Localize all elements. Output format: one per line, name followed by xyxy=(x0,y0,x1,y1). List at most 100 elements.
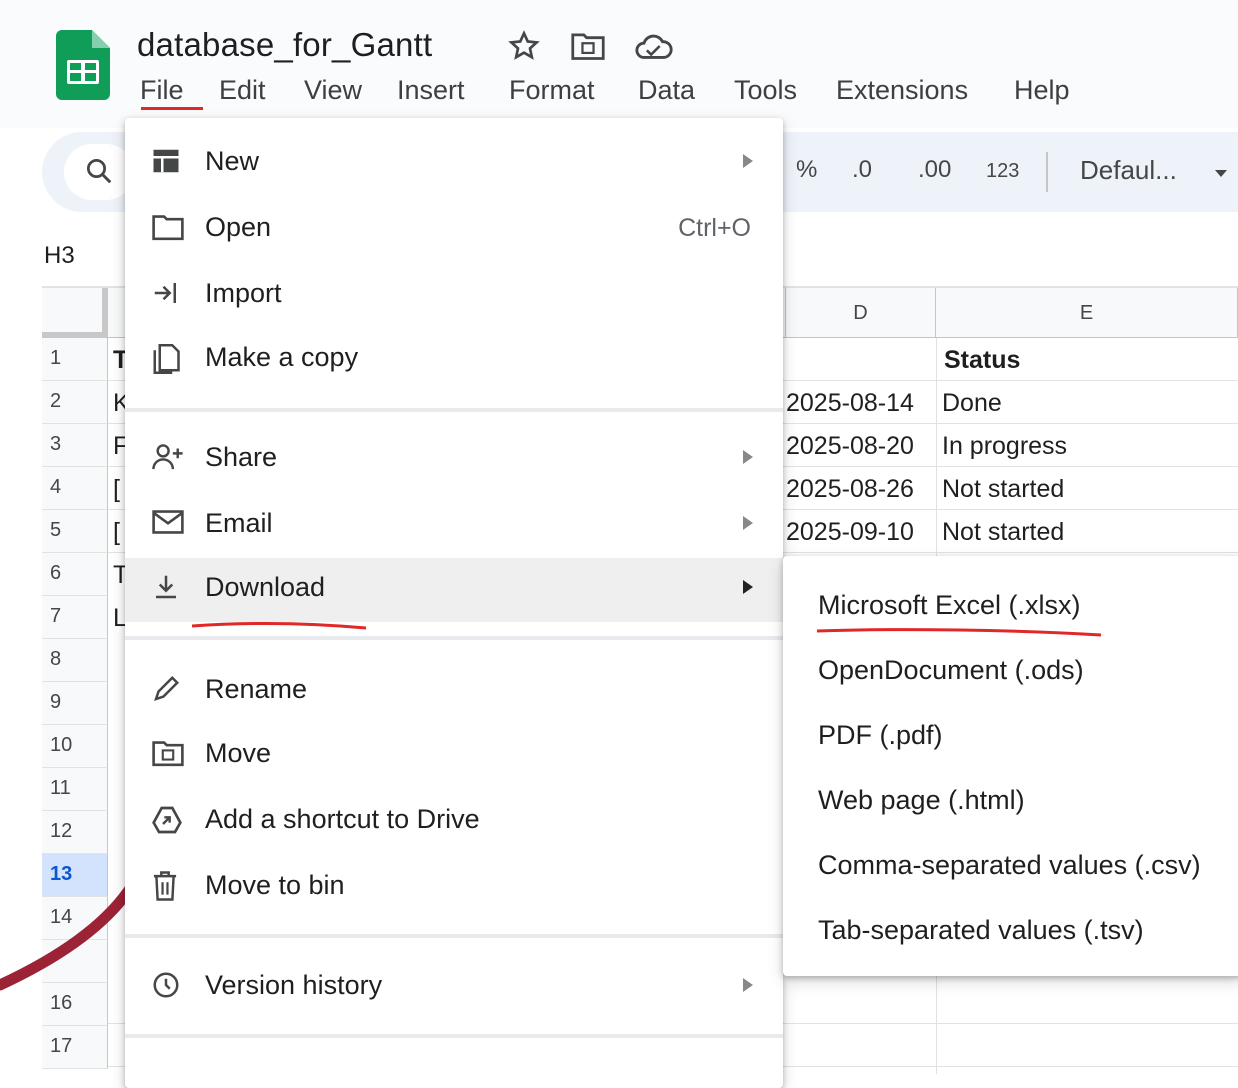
menu-item-download[interactable]: Download xyxy=(125,558,783,622)
cell-b5-partial[interactable]: [ xyxy=(113,518,120,547)
move-folder-icon xyxy=(151,738,187,772)
cell-d2[interactable]: 2025-08-14 xyxy=(786,389,914,418)
menu-divider xyxy=(125,934,783,938)
menu-divider xyxy=(125,408,783,412)
submenu-arrow-icon xyxy=(743,978,753,992)
file-menu: New Open Ctrl+O Import Make a copy Share… xyxy=(125,118,783,1088)
row-header[interactable]: 2 xyxy=(42,381,108,424)
decrease-decimal-button[interactable]: .0 xyxy=(852,156,872,184)
menu-divider xyxy=(125,1034,783,1038)
menu-item-make-a-copy[interactable]: Make a copy xyxy=(125,328,783,390)
select-all-corner[interactable] xyxy=(42,288,108,338)
row-header[interactable]: 3 xyxy=(42,424,108,467)
cell-b4-partial[interactable]: [ xyxy=(113,475,120,504)
row-header[interactable]: 8 xyxy=(42,639,108,682)
star-icon[interactable] xyxy=(508,30,540,67)
font-family-select[interactable]: Defaul... xyxy=(1080,155,1177,186)
menu-item-open[interactable]: Open Ctrl+O xyxy=(125,198,783,260)
menu-item-move[interactable]: Move xyxy=(125,724,783,786)
menu-item-move-to-bin[interactable]: Move to bin xyxy=(125,856,783,918)
cell-d5[interactable]: 2025-09-10 xyxy=(786,518,914,547)
row-header[interactable]: 17 xyxy=(42,1026,108,1069)
download-annotation-underline xyxy=(191,622,367,630)
menu-data[interactable]: Data xyxy=(638,75,695,106)
cloud-status-icon[interactable] xyxy=(634,30,674,67)
row-header[interactable]: 7 xyxy=(42,596,108,639)
cell-d4[interactable]: 2025-08-26 xyxy=(786,475,914,504)
cell-e4[interactable]: Not started xyxy=(942,475,1064,504)
increase-decimal-button[interactable]: .00 xyxy=(918,156,951,184)
search-icon[interactable] xyxy=(84,156,114,191)
cell-e2[interactable]: Done xyxy=(942,389,1002,418)
menu-item-rename[interactable]: Rename xyxy=(125,660,783,722)
trash-icon xyxy=(151,870,187,904)
menu-edit[interactable]: Edit xyxy=(219,75,266,106)
row-header[interactable]: 9 xyxy=(42,682,108,725)
download-pdf[interactable]: PDF (.pdf) xyxy=(783,704,1238,768)
menu-item-import[interactable]: Import xyxy=(125,264,783,326)
dropdown-arrow-icon[interactable] xyxy=(1214,166,1228,184)
menu-item-new[interactable]: New xyxy=(125,132,783,194)
cell-e5[interactable]: Not started xyxy=(942,518,1064,547)
move-folder-icon[interactable] xyxy=(570,30,606,67)
email-icon xyxy=(151,508,187,542)
submenu-item-label: Microsoft Excel (.xlsx) xyxy=(818,590,1081,620)
submenu-arrow-icon xyxy=(743,154,753,168)
number-format-button[interactable]: 123 xyxy=(986,160,1019,183)
row-header[interactable]: 5 xyxy=(42,510,108,553)
row-header[interactable]: 10 xyxy=(42,725,108,768)
column-header-d[interactable]: D xyxy=(786,288,936,338)
submenu-item-label: Comma-separated values (.csv) xyxy=(818,850,1201,880)
keyboard-shortcut: Ctrl+O xyxy=(678,214,751,242)
menu-divider xyxy=(125,636,783,640)
folder-open-icon xyxy=(151,212,187,246)
menu-item-label: Version history xyxy=(205,970,383,1000)
menu-extensions[interactable]: Extensions xyxy=(836,75,968,106)
submenu-item-label: Tab-separated values (.tsv) xyxy=(818,915,1144,945)
download-icon xyxy=(151,572,187,606)
import-icon xyxy=(151,278,187,312)
xlsx-annotation-underline xyxy=(816,628,1102,637)
menu-file[interactable]: File xyxy=(140,75,184,106)
cell-e3[interactable]: In progress xyxy=(942,432,1067,461)
download-submenu: Microsoft Excel (.xlsx) OpenDocument (.o… xyxy=(783,556,1238,976)
menu-item-email[interactable]: Email xyxy=(125,494,783,556)
drive-shortcut-icon xyxy=(151,804,187,838)
submenu-arrow-icon xyxy=(743,516,753,530)
menu-item-label: Email xyxy=(205,508,273,538)
submenu-item-label: OpenDocument (.ods) xyxy=(818,655,1084,685)
format-percent-button[interactable]: % xyxy=(796,156,817,184)
cell-d3[interactable]: 2025-08-20 xyxy=(786,432,914,461)
submenu-item-label: Web page (.html) xyxy=(818,785,1025,815)
download-tsv[interactable]: Tab-separated values (.tsv) xyxy=(783,899,1238,963)
toolbar-separator xyxy=(1046,152,1048,192)
row-header[interactable]: 6 xyxy=(42,553,108,596)
menu-help[interactable]: Help xyxy=(1014,75,1070,106)
name-box[interactable]: H3 xyxy=(44,242,75,270)
menu-item-share[interactable]: Share xyxy=(125,428,783,490)
menu-format[interactable]: Format xyxy=(509,75,595,106)
menu-item-label: Open xyxy=(205,212,272,242)
menu-view[interactable]: View xyxy=(304,75,362,106)
menu-tools[interactable]: Tools xyxy=(734,75,797,106)
cell-e1[interactable]: Status xyxy=(944,346,1020,375)
download-csv[interactable]: Comma-separated values (.csv) xyxy=(783,834,1238,898)
file-menu-annotation-underline xyxy=(141,107,203,110)
row-header[interactable]: 4 xyxy=(42,467,108,510)
menu-item-label: Rename xyxy=(205,674,308,704)
menu-item-version-history[interactable]: Version history xyxy=(125,956,783,1018)
menu-item-label: Share xyxy=(205,442,278,472)
download-ods[interactable]: OpenDocument (.ods) xyxy=(783,639,1238,703)
copy-icon xyxy=(151,342,187,376)
download-html[interactable]: Web page (.html) xyxy=(783,769,1238,833)
share-person-icon xyxy=(151,442,187,476)
menu-item-label: Move to bin xyxy=(205,870,345,900)
row-header[interactable]: 1 xyxy=(42,338,108,381)
google-sheets-logo-icon[interactable] xyxy=(56,30,110,100)
column-header-e[interactable]: E xyxy=(936,288,1238,338)
document-title[interactable]: database_for_Gantt xyxy=(137,26,432,64)
menu-insert[interactable]: Insert xyxy=(397,75,465,106)
menu-item-add-shortcut[interactable]: Add a shortcut to Drive xyxy=(125,790,783,852)
submenu-item-label: PDF (.pdf) xyxy=(818,720,943,750)
submenu-arrow-icon xyxy=(743,450,753,464)
